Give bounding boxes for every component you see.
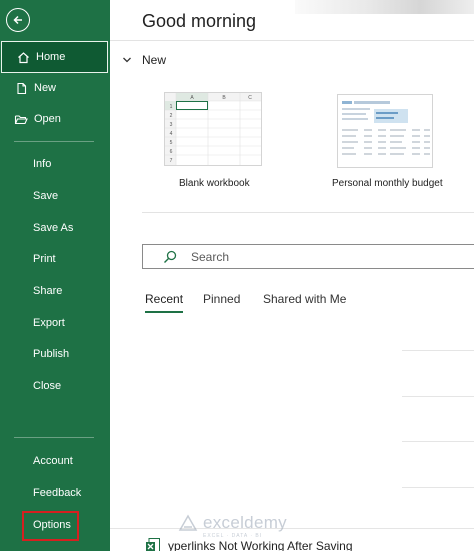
new-document-icon <box>14 81 28 95</box>
list-divider <box>402 350 474 351</box>
chevron-down-icon <box>123 57 131 63</box>
nav-account[interactable]: Account <box>0 445 110 477</box>
search-input[interactable] <box>191 249 391 264</box>
section-divider <box>142 212 474 213</box>
row-header: 6 <box>170 149 173 155</box>
options-highlight-box <box>22 511 79 541</box>
new-section-toggle[interactable]: New <box>122 53 166 67</box>
nav-publish[interactable]: Publish <box>0 338 110 370</box>
template-monthly-budget[interactable]: Personal monthly budget <box>330 92 450 192</box>
tab-recent[interactable]: Recent <box>145 292 183 306</box>
nav-close-label: Close <box>33 380 62 392</box>
blank-workbook-thumbnail: A B C 1 2 3 4 5 6 7 <box>164 92 262 166</box>
monthly-budget-thumbnail <box>337 94 433 168</box>
excel-backstage: Home New Open Info Save Save As Print Sh… <box>0 0 474 551</box>
back-button[interactable] <box>6 8 30 32</box>
nav-new-label: New <box>34 82 57 94</box>
nav-open[interactable]: Open <box>0 103 110 135</box>
list-divider <box>110 528 474 529</box>
nav-save-as-label: Save As <box>33 222 74 234</box>
nav-info-label: Info <box>33 158 52 170</box>
watermark-logo: exceldemy EXCEL · DATA · BI <box>178 513 287 539</box>
recent-file-row[interactable]: yperlinks Not Working After Saving <box>146 536 474 551</box>
main-panel: Good morning New A B C 1 2 3 4 5 6 7 Bla… <box>110 0 474 551</box>
sidebar: Home New Open Info Save Save As Print Sh… <box>0 0 110 551</box>
nav-export-label: Export <box>33 317 65 329</box>
row-header: 2 <box>170 113 173 119</box>
row-header: 4 <box>170 131 173 137</box>
nav-share-label: Share <box>33 285 63 297</box>
nav-home[interactable]: Home <box>1 41 108 73</box>
sidebar-divider <box>14 141 94 142</box>
home-icon <box>16 50 30 64</box>
watermark-icon <box>178 514 198 531</box>
nav-share[interactable]: Share <box>0 275 110 307</box>
tab-shared-with-me[interactable]: Shared with Me <box>263 292 346 306</box>
list-divider <box>402 487 474 488</box>
nav-save-as[interactable]: Save As <box>0 212 110 244</box>
nav-account-label: Account <box>33 455 73 467</box>
back-arrow-icon <box>13 15 22 25</box>
nav-home-label: Home <box>36 51 66 63</box>
greeting-title: Good morning <box>142 11 257 31</box>
nav-new[interactable]: New <box>0 72 110 104</box>
nav-feedback-label: Feedback <box>33 487 82 499</box>
recent-file-name: yperlinks Not Working After Saving <box>168 539 353 551</box>
excel-file-icon <box>146 538 160 551</box>
header-decoration <box>295 0 474 14</box>
nav-feedback[interactable]: Feedback <box>0 477 110 509</box>
nav-save-label: Save <box>33 190 59 202</box>
tab-active-indicator <box>145 311 183 313</box>
watermark-name: exceldemy <box>203 513 287 532</box>
nav-publish-label: Publish <box>33 348 70 360</box>
nav-open-label: Open <box>34 113 61 125</box>
search-box[interactable] <box>142 244 474 269</box>
header-divider <box>110 40 474 41</box>
col-header-c: C <box>248 95 252 101</box>
template-caption: Personal monthly budget <box>332 178 443 189</box>
template-caption: Blank workbook <box>179 178 250 189</box>
nav-info[interactable]: Info <box>0 148 110 180</box>
sidebar-divider <box>14 437 94 438</box>
list-divider <box>402 441 474 442</box>
row-header: 7 <box>170 158 173 164</box>
template-blank-workbook[interactable]: A B C 1 2 3 4 5 6 7 Blank workbook <box>160 92 280 192</box>
nav-print[interactable]: Print <box>0 243 110 275</box>
row-header: 3 <box>170 122 173 128</box>
search-icon <box>164 250 177 263</box>
nav-close[interactable]: Close <box>0 370 110 402</box>
nav-print-label: Print <box>33 253 56 265</box>
row-header: 5 <box>170 140 173 146</box>
tab-pinned[interactable]: Pinned <box>203 292 240 306</box>
row-header: 1 <box>170 104 173 110</box>
nav-save[interactable]: Save <box>0 180 110 212</box>
list-divider <box>402 396 474 397</box>
open-folder-icon <box>14 112 28 126</box>
nav-export[interactable]: Export <box>0 307 110 339</box>
new-section-heading: New <box>142 53 167 67</box>
